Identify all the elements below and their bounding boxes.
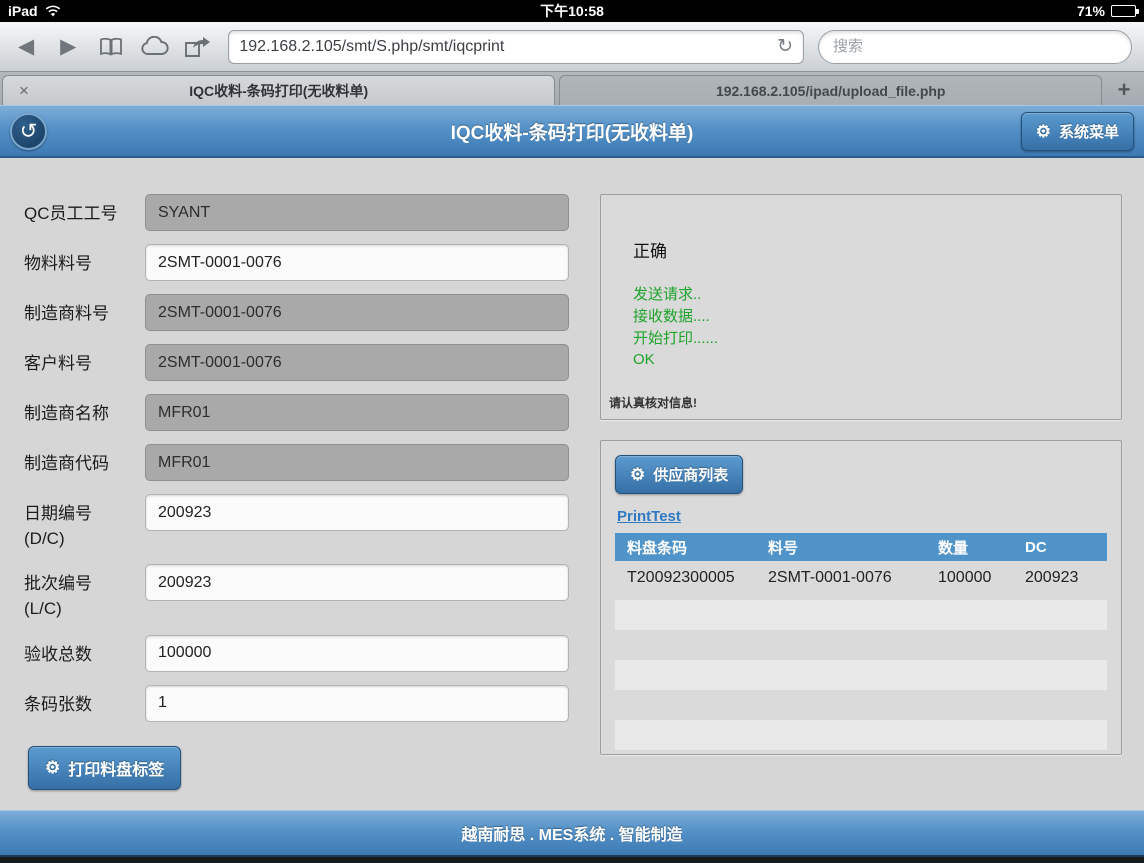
screen-bottom-edge [0,857,1144,863]
gear-icon: ⚙ [1036,123,1051,140]
log-line: 接收数据.... [633,306,1121,328]
quantity-cell: 100000 [938,569,1025,587]
icloud-tabs-icon[interactable] [140,34,170,60]
date-code-field[interactable] [145,494,569,531]
url-input[interactable] [239,38,769,56]
form-row: 验收总数 [24,635,592,672]
page-title: IQC收料-条码打印(无收料单) [0,118,1144,145]
tab-upload-file[interactable]: 192.168.2.105/ipad/upload_file.php [559,75,1102,105]
iqc-form: QC员工工号 物料料号 制造商料号 客户料号 制造商名称 制造商代码 日期编号 … [0,158,592,810]
battery-percent: 71% [1077,3,1105,19]
form-row: 制造商名称 [24,394,592,431]
form-row: 客户料号 [24,344,592,381]
reel-table: 料盘条码 料号 数量 DC T20092300005 2SMT-0001-007… [615,533,1107,750]
close-tab-icon[interactable]: × [19,81,29,101]
wifi-icon [44,5,62,18]
browser-toolbar: ◀ ▶ ↻ [0,22,1144,72]
column-header: DC [1025,539,1107,556]
print-test-link[interactable]: PrintTest [617,508,681,525]
supplier-list-panel: ⚙ 供应商列表 PrintTest 料盘条码 料号 数量 DC T2009230… [600,440,1122,755]
bookmarks-icon[interactable] [96,34,126,60]
form-row: 制造商代码 [24,444,592,481]
barcode-count-field[interactable] [145,685,569,722]
manufacturer-code-field [145,444,569,481]
system-menu-button[interactable]: ⚙ 系统菜单 [1021,112,1134,151]
part-number-cell: 2SMT-0001-0076 [768,569,938,587]
form-row: 条码张数 [24,685,592,722]
log-line: 开始打印...... [633,328,1121,350]
column-header: 料盘条码 [615,537,768,558]
new-tab-button[interactable]: + [1106,75,1142,105]
table-header-row: 料盘条码 料号 数量 DC [615,533,1107,561]
log-line: 发送请求.. [633,284,1121,306]
table-row: T20092300005 2SMT-0001-0076 100000 20092… [615,561,1107,594]
log-line: OK [633,349,1121,371]
form-row: 批次编号 (L/C) [24,564,592,621]
main-content: QC员工工号 物料料号 制造商料号 客户料号 制造商名称 制造商代码 日期编号 … [0,158,1144,810]
verify-info-note: 请认真核对信息! [609,394,1121,411]
form-row: 制造商料号 [24,294,592,331]
tab-iqc-print[interactable]: × IQC收料-条码打印(无收料单) [2,75,555,105]
supplier-list-button[interactable]: ⚙ 供应商列表 [615,455,743,494]
device-label: iPad [8,3,38,19]
customer-part-number-field [145,344,569,381]
right-column: 正确 发送请求.. 接收数据.... 开始打印...... OK 请认真核对信息… [600,158,1122,810]
dc-cell: 200923 [1025,569,1107,587]
gear-icon: ⚙ [630,466,645,483]
empty-table-row [615,600,1107,630]
total-quantity-field[interactable] [145,635,569,672]
form-row: 物料料号 [24,244,592,281]
column-header: 料号 [768,537,938,558]
clock: 下午10:58 [540,1,604,21]
app-footer: 越南耐思 . MES系统 . 智能制造 [0,810,1144,857]
footer-text: 越南耐思 . MES系统 . 智能制造 [461,821,682,845]
form-row: QC员工工号 [24,194,592,231]
browser-forward-button[interactable]: ▶ [54,36,82,57]
form-row: 日期编号 (D/C) [24,494,592,551]
gear-icon: ⚙ [45,759,60,776]
lot-code-field[interactable] [145,564,569,601]
manufacturer-name-field [145,394,569,431]
column-header: 数量 [938,537,1025,558]
empty-table-row [615,720,1107,750]
app-back-button[interactable]: ↺ [10,113,47,150]
reload-icon[interactable]: ↻ [777,37,793,56]
print-reel-label-button[interactable]: ⚙ 打印料盘标签 [28,746,181,790]
material-part-number-field[interactable] [145,244,569,281]
ios-status-bar: iPad 下午10:58 71% [0,0,1144,22]
tab-bar: × IQC收料-条码打印(无收料单) 192.168.2.105/ipad/up… [0,72,1144,105]
manufacturer-part-number-field [145,294,569,331]
app-header: ↺ IQC收料-条码打印(无收料单) ⚙ 系统菜单 [0,105,1144,158]
reel-barcode-cell: T20092300005 [615,569,768,587]
address-bar[interactable]: ↻ [228,30,804,64]
tab-label: 192.168.2.105/ipad/upload_file.php [716,83,946,99]
print-status-panel: 正确 发送请求.. 接收数据.... 开始打印...... OK 请认真核对信息… [600,194,1122,420]
share-icon[interactable] [184,34,214,60]
search-input[interactable] [818,30,1132,64]
browser-back-button[interactable]: ◀ [12,36,40,57]
status-result: 正确 [633,237,1121,262]
qc-employee-id-field [145,194,569,231]
tab-label: IQC收料-条码打印(无收料单) [189,81,368,101]
battery-icon [1111,5,1136,17]
empty-table-row [615,660,1107,690]
